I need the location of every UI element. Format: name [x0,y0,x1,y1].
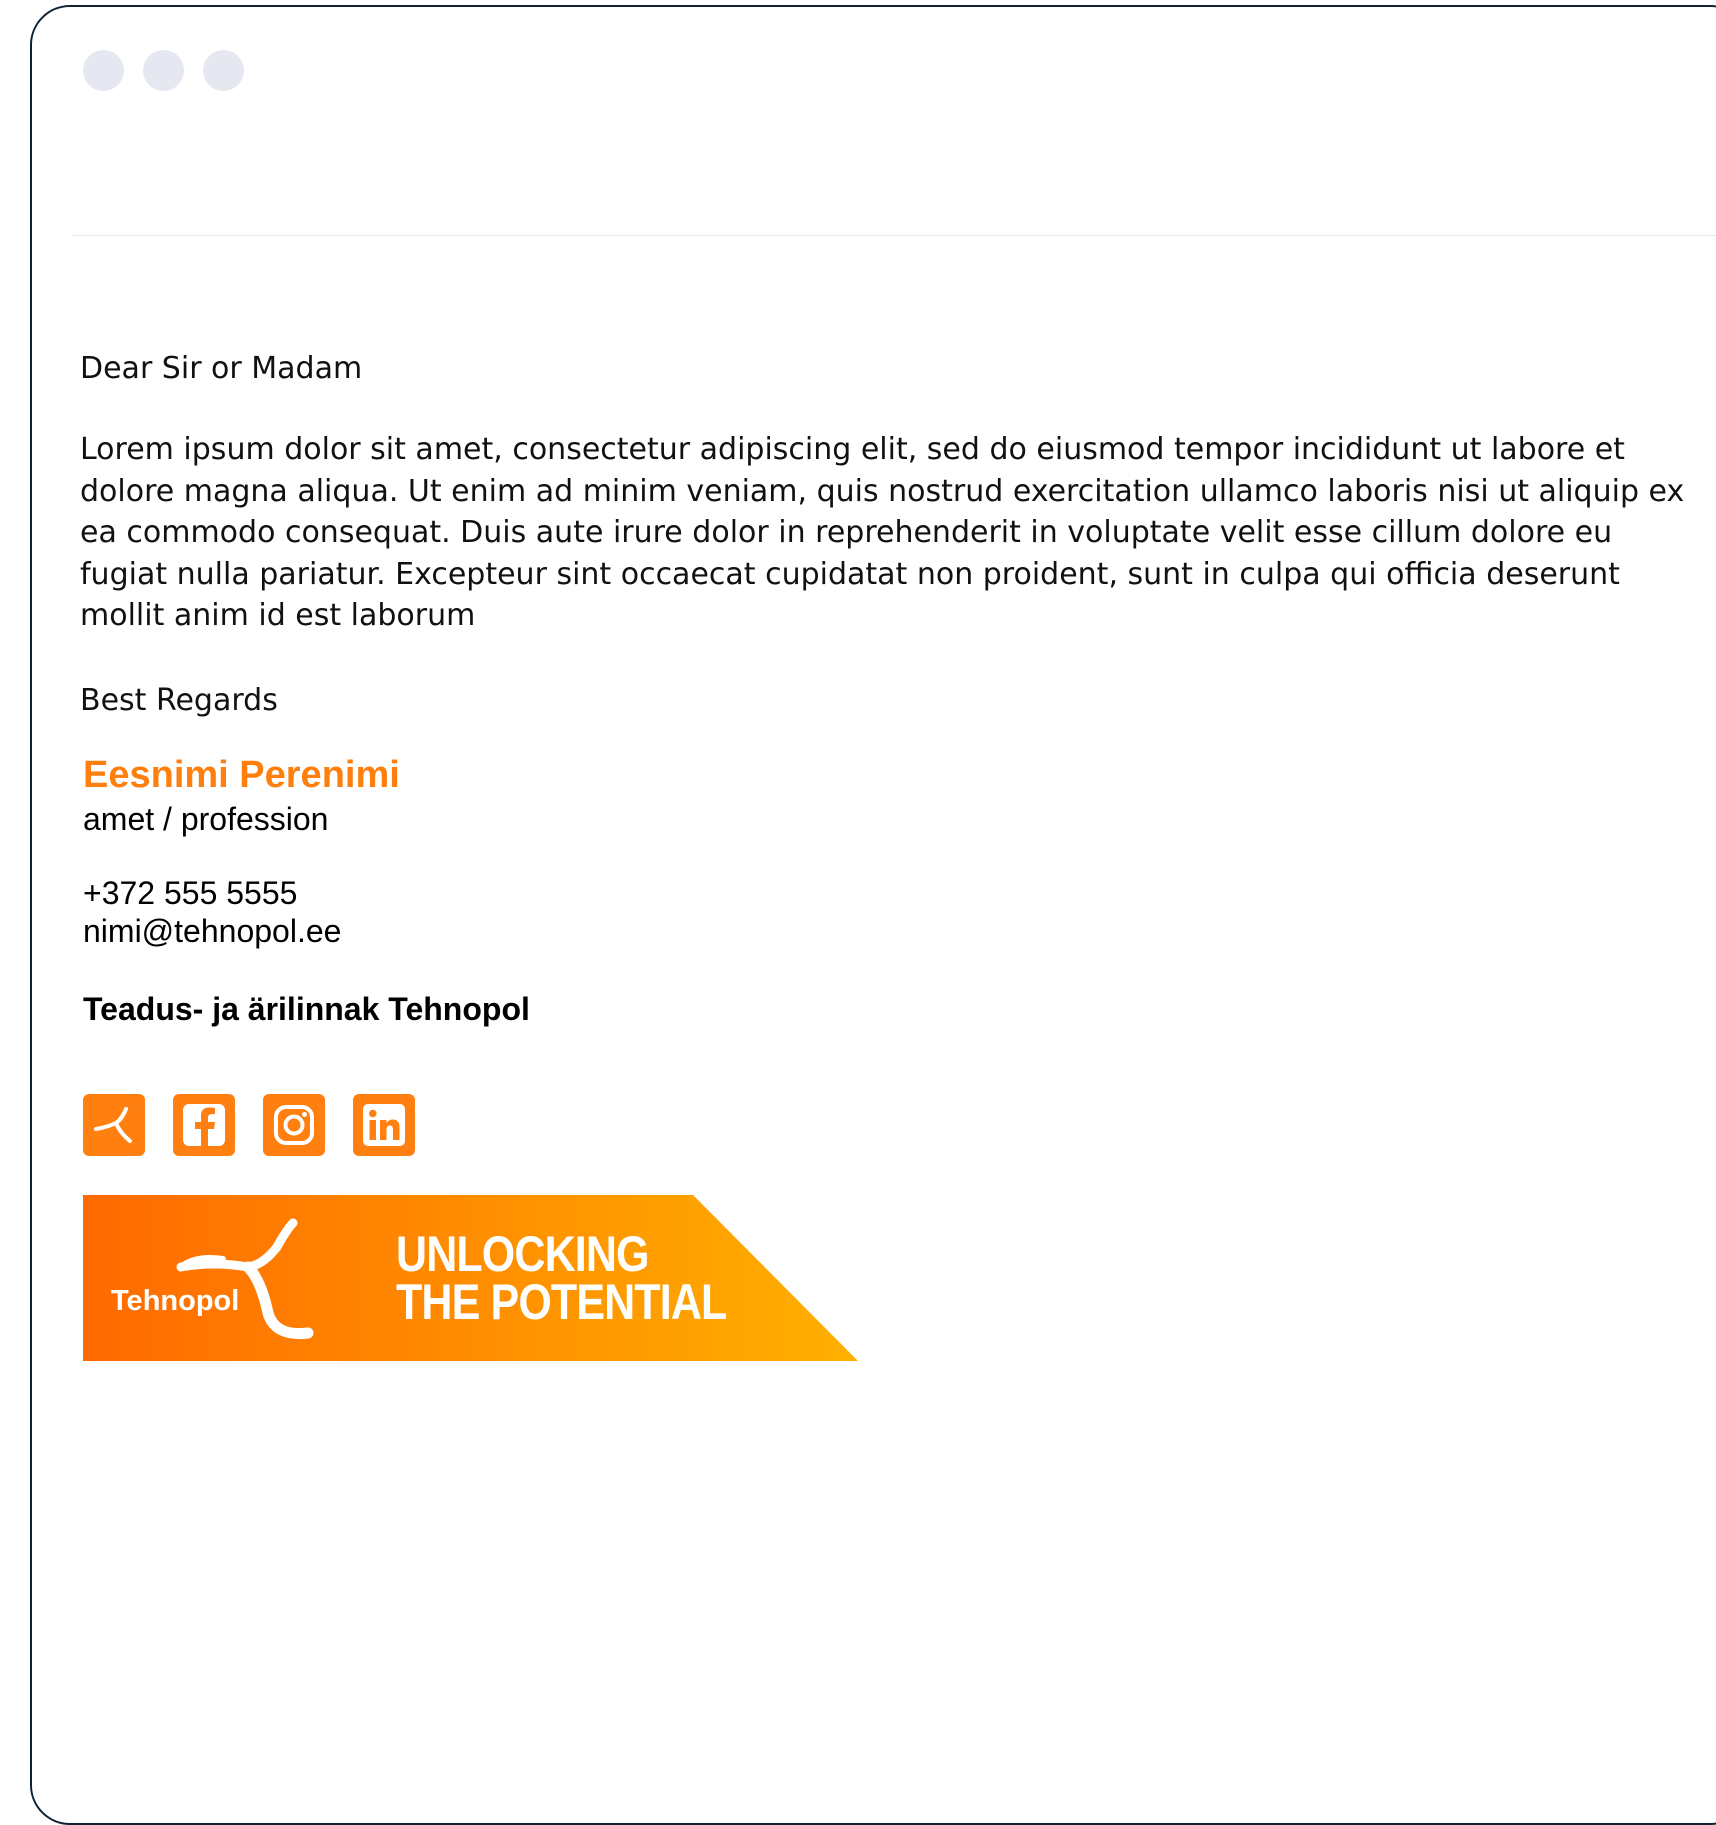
window-control-maximize[interactable] [203,50,244,91]
signature-phone[interactable]: +372 555 5555 [83,874,297,912]
window-control-minimize[interactable] [143,50,184,91]
linkedin-link[interactable] [353,1094,415,1156]
window-control-close[interactable] [83,50,124,91]
linkedin-icon [363,1104,405,1146]
email-closing: Best Regards [80,683,278,718]
instagram-link[interactable] [263,1094,325,1156]
banner-slogan: UNLOCKING THE POTENTIAL [396,1226,727,1330]
signature-email[interactable]: nimi@tehnopol.ee [83,912,341,950]
banner-slogan-line2: THE POTENTIAL [396,1274,727,1330]
social-links [83,1094,415,1156]
tehnopol-banner[interactable]: Tehnopol UNLOCKING THE POTENTIAL [83,1195,858,1361]
tehnopol-link[interactable] [83,1094,145,1156]
signature-name: Eesnimi Perenimi [83,754,400,796]
email-greeting: Dear Sir or Madam [80,351,363,386]
window-controls [83,50,244,91]
instagram-icon [274,1105,314,1145]
signature-role: amet / profession [83,801,329,837]
header-divider [72,235,1716,236]
email-body-paragraph: Lorem ipsum dolor sit amet, consectetur … [80,432,1685,633]
banner-brand: Tehnopol [111,1285,240,1317]
facebook-icon [183,1104,225,1146]
banner-slogan-line1: UNLOCKING [396,1226,649,1282]
facebook-link[interactable] [173,1094,235,1156]
tehnopol-icon [94,1107,132,1143]
signature-company: Teadus- ja ärilinnak Tehnopol [83,991,530,1027]
